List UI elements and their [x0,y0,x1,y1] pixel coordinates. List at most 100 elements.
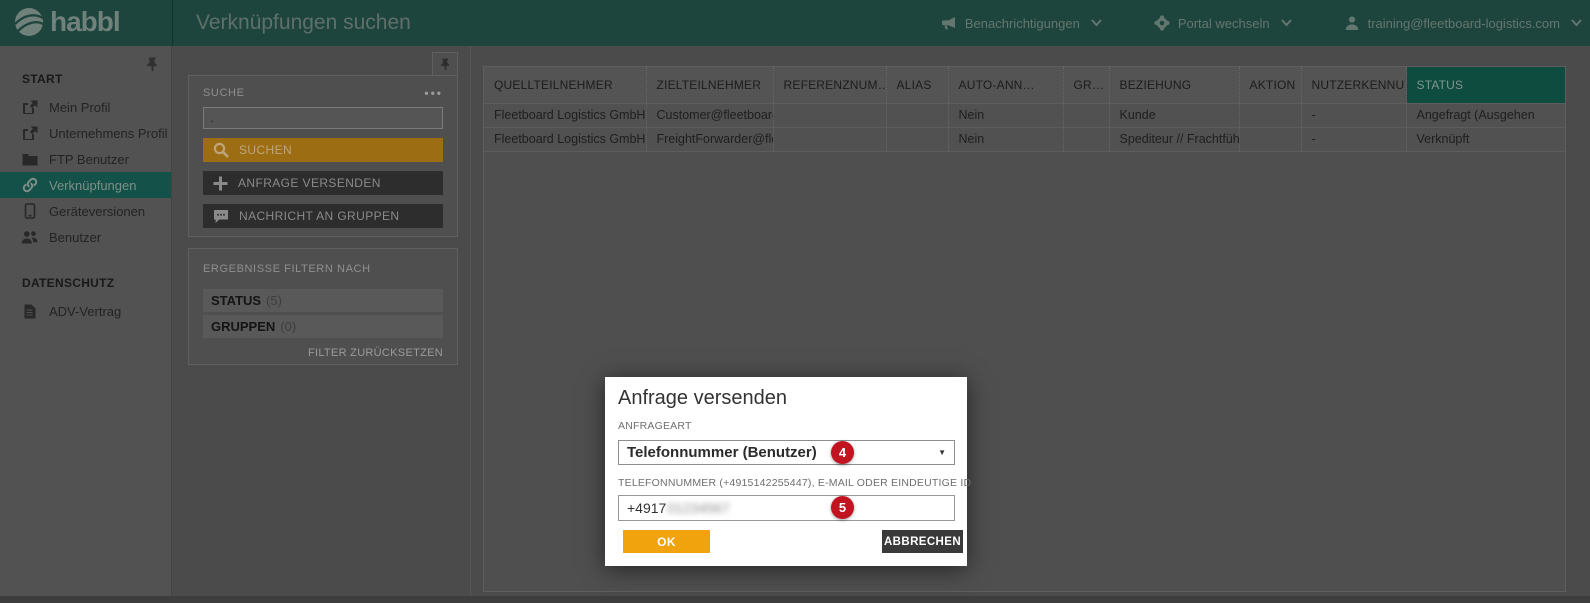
col-quellteilnehmer[interactable]: QUELLTEILNEHMER [484,67,646,103]
sidebar-item-label: FTP Benutzer [49,152,129,167]
filter-label: GRUPPEN [211,319,275,334]
cell-auto-annahme: Nein [948,127,1063,151]
user-icon [1344,15,1360,31]
table-row[interactable]: Fleetboard Logistics GmbH (… Customer@fl… [484,103,1566,127]
request-type-value: Telefonnummer (Benutzer) [627,444,817,461]
panel-pin-tab[interactable] [432,52,458,76]
cell-referenznummer [773,127,886,151]
sidebar-item-ftp-benutzer[interactable]: FTP Benutzer [0,146,171,172]
col-referenznummer[interactable]: REFERENZNUM… [773,67,886,103]
header-separator [172,0,173,46]
filter-count: (0) [280,319,296,334]
filter-row-gruppen[interactable]: GRUPPEN (0) [203,315,443,338]
step-badge-5: 5 [831,496,854,519]
ok-button[interactable]: OK [623,530,710,553]
reset-filters-link[interactable]: FILTER ZURÜCKSETZEN [203,347,443,359]
cell-quellteilnehmer: Fleetboard Logistics GmbH (… [484,103,646,127]
cancel-button[interactable]: ABBRECHEN [882,530,963,553]
page-title: Verknüpfungen suchen [196,0,411,46]
megaphone-icon [940,16,957,31]
filter-panel-title: ERGEBNISSE FILTERN NACH [203,263,371,275]
phone-value: +4917 [627,500,666,516]
folder-icon [21,153,38,166]
search-icon [213,142,229,158]
column-divider [470,46,471,596]
bottom-edge [0,596,1590,603]
notifications-menu[interactable]: Benachrichtigungen [940,16,1102,31]
dialog-title: Anfrage versenden [618,387,787,410]
cell-beziehung: Spediteur // Frachtführer [1109,127,1239,151]
sidebar-item-adv-vertrag[interactable]: ADV-Vertrag [0,298,171,324]
app-header: habbl Verknüpfungen suchen Benachrichtig… [0,0,1590,46]
send-request-button-label: ANFRAGE VERSENDEN [238,176,381,190]
gear-icon [1154,15,1170,31]
col-zielteilnehmer[interactable]: ZIELTEILNEHMER [646,67,773,103]
sidebar-item-verknuepfungen[interactable]: Verknüpfungen [0,172,171,198]
sidebar-item-label: Unternehmens Profil [49,126,168,141]
cell-status: Verknüpft [1406,127,1566,151]
table-header-row: QUELLTEILNEHMER ZIELTEILNEHMER REFERENZN… [484,67,1566,103]
send-request-dialog: Anfrage versenden ANFRAGEART Telefonnumm… [605,377,967,566]
sidebar-item-geraeteversionen[interactable]: Geräteversionen [0,198,171,224]
pin-icon[interactable] [146,57,159,72]
sidebar-item-benutzer[interactable]: Benutzer [0,224,171,250]
cell-aktion [1239,127,1301,151]
users-icon [21,230,38,244]
cell-nutzerkennung: - [1301,103,1406,127]
sidebar-section-datenschutz: DATENSCHUTZ ADV-Vertrag [0,276,171,324]
col-nutzerkennung[interactable]: NUTZERKENNU… [1301,67,1406,103]
cell-quellteilnehmer: Fleetboard Logistics GmbH (… [484,127,646,151]
col-status-sorted[interactable]: STATUS [1406,67,1566,103]
pin-icon [440,58,451,71]
request-type-select[interactable]: Telefonnummer (Benutzer) [618,440,955,465]
chevron-down-icon [1091,19,1102,27]
cell-gruppen [1063,103,1109,127]
habbl-logo[interactable]: habbl [14,7,120,37]
more-options-icon[interactable] [424,89,443,97]
step-badge-4: 4 [831,441,854,464]
cell-zielteilnehmer: FreightForwarder@fleetboa… [646,127,773,151]
sidebar-item-label: Verknüpfungen [49,178,136,193]
filter-panel: ERGEBNISSE FILTERN NACH STATUS (5) GRUPP… [188,248,458,365]
phone-value-redacted: 01234567 [667,500,729,516]
cell-nutzerkennung: - [1301,127,1406,151]
section-title: DATENSCHUTZ [22,276,171,290]
search-button-label: SUCHEN [239,143,292,157]
cell-alias [886,127,948,151]
share-icon [21,100,38,115]
section-title: START [22,72,171,86]
sidebar-item-label: Geräteversionen [49,204,145,219]
sidebar: START Mein Profil Unternehmens Profil FT… [0,46,172,603]
cell-aktion [1239,103,1301,127]
cell-auto-annahme: Nein [948,103,1063,127]
account-menu[interactable]: training@fleetboard-logistics.com [1344,15,1582,31]
speech-bubble-icon [213,209,229,224]
table-row[interactable]: Fleetboard Logistics GmbH (… FreightForw… [484,127,1566,151]
link-icon [21,177,38,193]
search-panel-title: SUCHE [203,87,245,99]
cell-beziehung: Kunde [1109,103,1239,127]
search-button[interactable]: SUCHEN [203,138,443,162]
chevron-down-icon [1571,19,1582,27]
col-gruppen[interactable]: GR… [1063,67,1109,103]
col-auto-annahme[interactable]: AUTO-ANN… [948,67,1063,103]
send-request-button[interactable]: ANFRAGE VERSENDEN [203,171,443,195]
sidebar-item-label: ADV-Vertrag [49,304,121,319]
search-input[interactable]: . [203,107,443,129]
filter-count: (5) [266,293,282,308]
cell-gruppen [1063,127,1109,151]
sidebar-item-mein-profil[interactable]: Mein Profil [0,94,171,120]
sidebar-item-unternehmens-profil[interactable]: Unternehmens Profil [0,120,171,146]
col-alias[interactable]: ALIAS [886,67,948,103]
portal-switch-menu[interactable]: Portal wechseln [1154,15,1292,31]
cell-alias [886,103,948,127]
phone-input[interactable]: +4917 01234567 [618,495,955,521]
select-arrow-icon [938,448,946,457]
filter-row-status[interactable]: STATUS (5) [203,289,443,312]
account-email: training@fleetboard-logistics.com [1368,16,1560,31]
col-aktion[interactable]: AKTION [1239,67,1301,103]
connections-table: QUELLTEILNEHMER ZIELTEILNEHMER REFERENZN… [484,67,1566,152]
message-to-groups-button[interactable]: NACHRICHT AN GRUPPEN [203,204,443,228]
col-beziehung[interactable]: BEZIEHUNG [1109,67,1239,103]
search-panel: SUCHE . SUCHEN ANFRAGE VERSENDEN NACHRIC… [188,75,458,237]
